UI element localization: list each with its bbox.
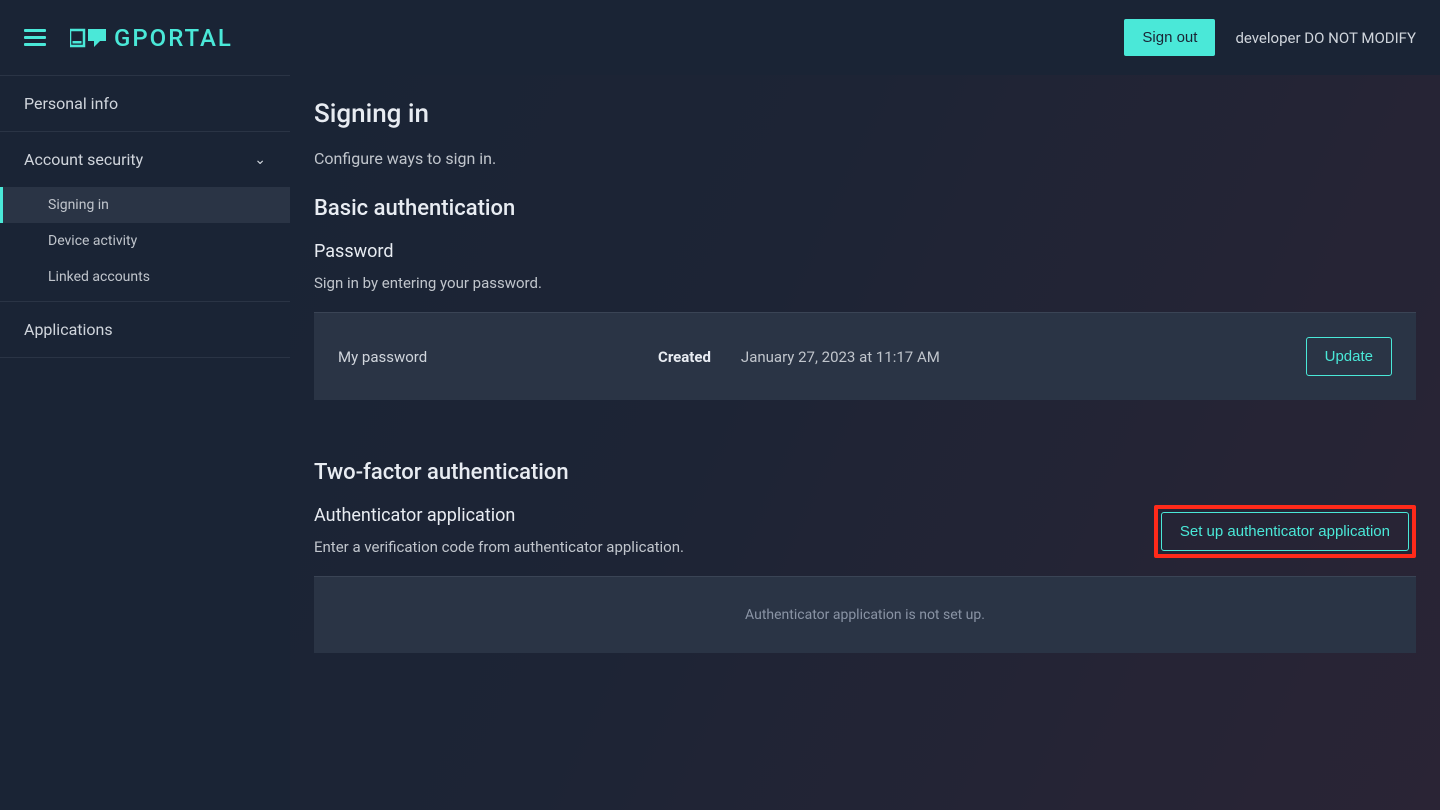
sidebar-item-label: Applications: [24, 320, 113, 339]
logo-text: GPORTAL: [114, 24, 233, 52]
authenticator-title: Authenticator application: [314, 505, 684, 526]
sidebar-item-label: Linked accounts: [48, 269, 150, 285]
chevron-down-icon: ⌄: [254, 152, 266, 168]
sidebar-item-personal-info[interactable]: Personal info: [0, 75, 290, 132]
created-label: Created: [658, 348, 711, 366]
password-description: Sign in by entering your password.: [314, 274, 1416, 292]
page-description: Configure ways to sign in.: [314, 149, 1416, 168]
sidebar-item-applications[interactable]: Applications: [0, 302, 290, 358]
authenticator-header: Authenticator application Enter a verifi…: [314, 505, 1416, 576]
highlight-annotation: Set up authenticator application: [1154, 505, 1416, 558]
sidebar-item-label: Device activity: [48, 233, 137, 249]
page-title: Signing in: [314, 99, 1416, 129]
setup-authenticator-button[interactable]: Set up authenticator application: [1161, 512, 1409, 551]
sidebar-item-label: Personal info: [24, 94, 118, 113]
authenticator-empty-state: Authenticator application is not set up.: [314, 577, 1416, 653]
twofa-title: Two-factor authentication: [314, 460, 1416, 485]
sidebar-item-label: Account security: [24, 150, 143, 169]
sidebar-subgroup-security: Signing in Device activity Linked accoun…: [0, 187, 290, 302]
signout-button[interactable]: Sign out: [1124, 19, 1215, 56]
created-value: January 27, 2023 at 11:17 AM: [741, 348, 940, 366]
authenticator-description: Enter a verification code from authentic…: [314, 538, 684, 556]
update-password-button[interactable]: Update: [1306, 337, 1392, 376]
logo-icon: [70, 27, 106, 49]
header-left: GPORTAL: [24, 24, 233, 52]
logo[interactable]: GPORTAL: [70, 24, 233, 52]
password-title: Password: [314, 241, 1416, 262]
menu-icon[interactable]: [24, 29, 46, 46]
header-right: Sign out developer DO NOT MODIFY: [1124, 19, 1416, 56]
sidebar-item-signing-in[interactable]: Signing in: [0, 187, 290, 223]
main-content: Signing in Configure ways to sign in. Ba…: [290, 75, 1440, 810]
password-label: My password: [338, 348, 658, 366]
sidebar-item-device-activity[interactable]: Device activity: [0, 223, 290, 259]
sidebar-item-account-security[interactable]: Account security ⌄: [0, 132, 290, 187]
basic-auth-title: Basic authentication: [314, 196, 1416, 221]
password-card: My password Created January 27, 2023 at …: [314, 313, 1416, 400]
password-meta: Created January 27, 2023 at 11:17 AM: [658, 348, 1306, 366]
app-header: GPORTAL Sign out developer DO NOT MODIFY: [0, 0, 1440, 75]
sidebar-item-label: Signing in: [48, 197, 109, 213]
sidebar: Personal info Account security ⌄ Signing…: [0, 75, 290, 810]
sidebar-item-linked-accounts[interactable]: Linked accounts: [0, 259, 290, 295]
user-label: developer DO NOT MODIFY: [1235, 29, 1416, 47]
